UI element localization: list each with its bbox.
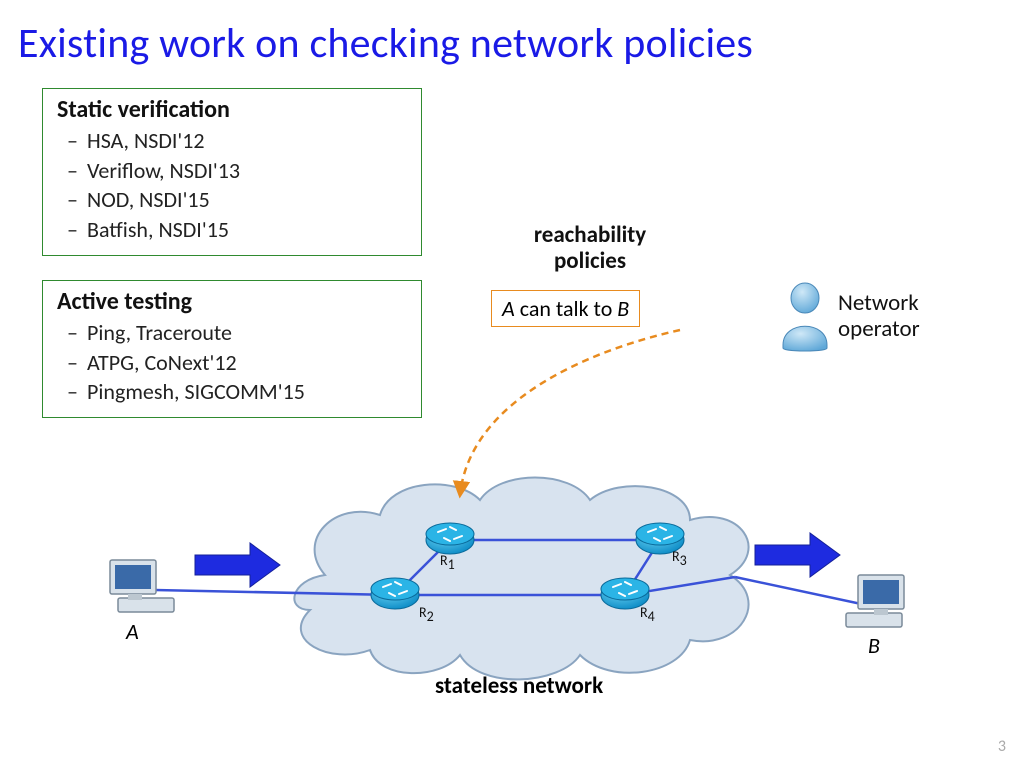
list-item: Batfish, NSDI'15 (91, 215, 407, 245)
slide-number: 3 (998, 737, 1006, 756)
box1-title: Static verification (57, 95, 407, 124)
host-b-icon (846, 575, 904, 627)
slide-title: Existing work on checking network polici… (0, 0, 1024, 69)
flow-arrow-left (195, 543, 280, 587)
list-item: ATPG, CoNext'12 (91, 348, 407, 378)
static-verification-box: Static verification HSA, NSDI'12 Veriflo… (42, 88, 422, 256)
host-a-label: A (126, 618, 139, 645)
reachability-label: reachability policies (510, 222, 670, 275)
router-r4-label: R4 (640, 604, 655, 625)
list-item: NOD, NSDI'15 (91, 185, 407, 215)
host-a-icon (110, 560, 174, 612)
list-item: Veriflow, NSDI'13 (91, 156, 407, 186)
policy-arrow (460, 330, 680, 495)
policy-a: A (502, 295, 515, 322)
router-r2-label: R2 (419, 604, 434, 625)
op-line2: operator (838, 315, 920, 343)
active-testing-box: Active testing Ping, Traceroute ATPG, Co… (42, 280, 422, 418)
operator-label: Network operator (838, 290, 920, 343)
list-item: Ping, Traceroute (91, 318, 407, 348)
router-r2 (371, 578, 419, 609)
cloud-shape (294, 478, 748, 680)
reach-line2: policies (554, 247, 626, 275)
router-r1-label: R1 (440, 552, 455, 573)
policy-mid: can talk to (515, 295, 618, 322)
box1-list: HSA, NSDI'12 Veriflow, NSDI'13 NOD, NSDI… (91, 126, 407, 245)
router-r3-label: R3 (672, 548, 687, 569)
flow-arrow-right (755, 533, 840, 577)
box2-title: Active testing (57, 287, 407, 316)
policy-b: B (617, 295, 629, 322)
op-line1: Network (838, 289, 919, 317)
policy-box: A can talk to B (491, 290, 640, 327)
routers (371, 523, 684, 609)
reach-line1: reachability (534, 221, 646, 249)
operator-icon (783, 283, 827, 351)
network-label: stateless network (435, 672, 603, 700)
list-item: HSA, NSDI'12 (91, 126, 407, 156)
host-b-label: B (868, 632, 880, 659)
network-links (155, 540, 880, 608)
router-r1 (426, 523, 474, 554)
box2-list: Ping, Traceroute ATPG, CoNext'12 Pingmes… (91, 318, 407, 407)
list-item: Pingmesh, SIGCOMM'15 (91, 377, 407, 407)
